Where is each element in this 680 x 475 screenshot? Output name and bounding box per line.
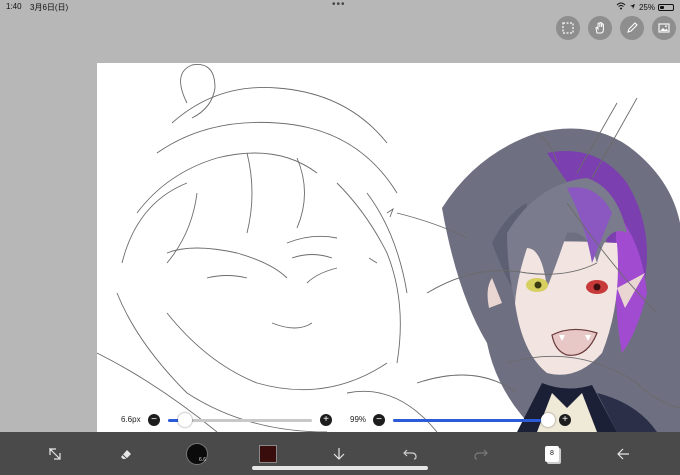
battery-percent: 25%: [638, 2, 655, 12]
slider-row: 6.6px − + 99% − +: [0, 410, 680, 430]
brush-picker-button[interactable]: 6.6: [177, 432, 217, 475]
battery-icon: [658, 3, 674, 11]
opacity-decrease-button[interactable]: −: [373, 414, 385, 426]
wifi-icon: [616, 2, 626, 12]
brush-size-badge: 6.6: [199, 456, 206, 463]
arrow-down-icon: [333, 447, 345, 460]
undo-icon: [403, 449, 417, 460]
artwork: [97, 64, 680, 432]
hand-tool-button[interactable]: [588, 16, 612, 40]
opacity-fill: [393, 419, 549, 422]
status-date: 3月6日(日): [30, 3, 69, 12]
status-bar: 1:40 3月6日(日) ••• 25%: [0, 0, 680, 14]
redo-button[interactable]: [461, 432, 501, 475]
picture-icon: [658, 23, 670, 33]
brush-size-decrease-button[interactable]: −: [148, 414, 160, 426]
image-tool-button[interactable]: [652, 16, 676, 40]
pencil-icon: [627, 22, 638, 33]
top-toolbar: [556, 16, 676, 40]
status-indicators: 25%: [616, 2, 674, 12]
transform-arrows-icon: [48, 447, 61, 460]
status-time: 1:40: [6, 2, 22, 11]
arrow-left-icon: [617, 448, 629, 459]
dashed-square-icon: [562, 22, 574, 34]
current-color-swatch: [259, 444, 277, 463]
transform-tool-button[interactable]: [35, 432, 75, 475]
drawing-canvas[interactable]: [97, 63, 680, 432]
brush-size-increase-button[interactable]: +: [320, 414, 332, 426]
opacity-thumb[interactable]: [541, 413, 556, 427]
home-indicator[interactable]: [252, 466, 428, 470]
multitasking-dots[interactable]: •••: [332, 0, 346, 10]
pen-tool-button[interactable]: [620, 16, 644, 40]
brush-size-thumb[interactable]: [178, 413, 193, 427]
eraser-tool-button[interactable]: [106, 432, 146, 475]
location-icon: [629, 3, 636, 12]
opacity-increase-button[interactable]: +: [559, 414, 571, 426]
reference-image: [442, 128, 680, 432]
layers-button[interactable]: 8: [532, 432, 572, 475]
brush-size-label: 6.6px: [121, 415, 141, 424]
opacity-label: 99%: [350, 415, 367, 424]
opacity-slider[interactable]: [393, 419, 550, 422]
battery-level: [660, 5, 664, 9]
hand-icon: [595, 22, 604, 34]
redo-icon: [474, 449, 488, 460]
brush-preview-icon: 6.6: [186, 442, 208, 465]
back-button[interactable]: [603, 432, 643, 475]
layer-count-icon: 8: [545, 445, 559, 462]
selection-tool-button[interactable]: [556, 16, 580, 40]
eraser-icon: [121, 449, 131, 459]
